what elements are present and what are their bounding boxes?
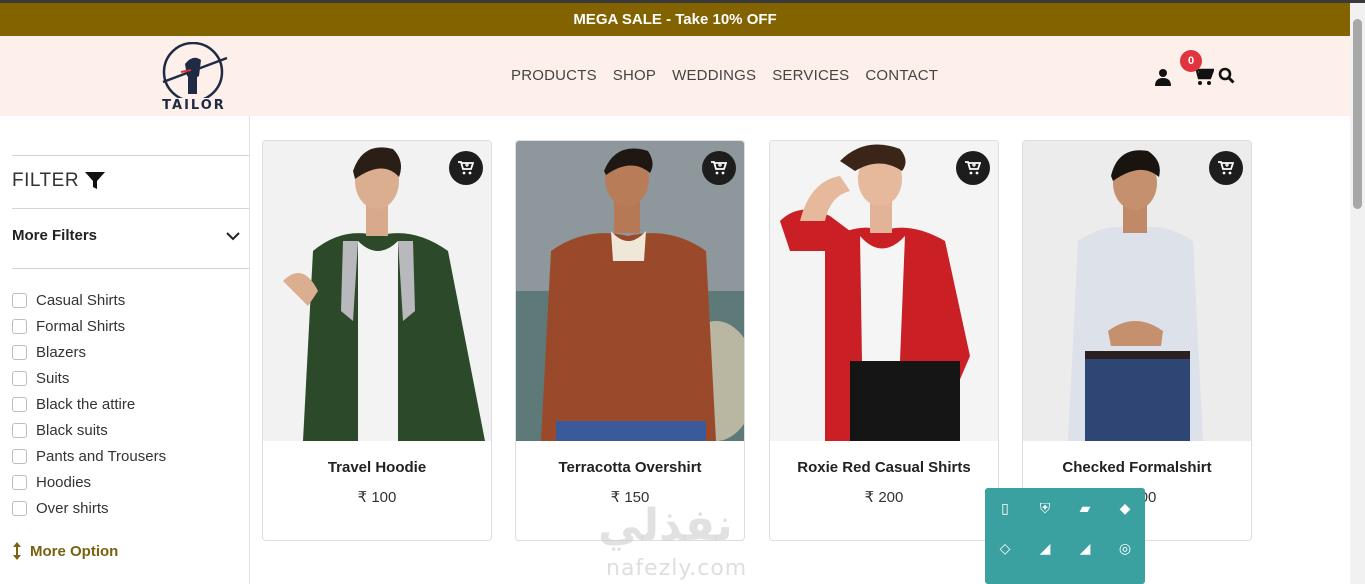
product-image[interactable] — [516, 141, 744, 441]
brand-name: TAILOR — [162, 98, 226, 113]
more-option-button[interactable]: More Option — [12, 542, 118, 560]
category-label: Suits — [36, 369, 70, 387]
drop-icon[interactable]: ◆ — [1115, 498, 1135, 518]
category-item[interactable]: Suits — [12, 365, 166, 391]
site-header: TAILOR PRODUCTS SHOP WEDDINGS SERVICES C… — [0, 36, 1350, 116]
product-image[interactable] — [770, 141, 998, 441]
add-to-cart-button[interactable] — [1209, 151, 1243, 185]
nav-services[interactable]: SERVICES — [772, 67, 849, 84]
add-to-cart-button[interactable] — [956, 151, 990, 185]
filter-heading: FILTER — [12, 170, 106, 192]
category-label: Formal Shirts — [36, 317, 126, 335]
product-card[interactable]: Checked Formalshirt ₹ 200 — [1022, 140, 1252, 541]
category-checkbox[interactable] — [12, 318, 27, 334]
more-filters-toggle[interactable]: More Filters — [12, 227, 240, 244]
eraser-icon[interactable]: ▰ — [1075, 498, 1095, 518]
category-checkbox[interactable] — [12, 344, 27, 360]
product-price: ₹ 100 — [357, 489, 397, 506]
category-item[interactable]: Black suits — [12, 417, 166, 443]
eye-off-icon[interactable]: ◢ — [1035, 538, 1055, 558]
chevron-down-icon — [226, 231, 240, 240]
category-label: Hoodies — [36, 473, 92, 491]
product-card[interactable]: Travel Hoodie ₹ 100 — [262, 140, 492, 541]
product-name[interactable]: Terracotta Overshirt — [516, 459, 744, 476]
cart-plus-icon — [711, 161, 727, 175]
header-icons: 0 — [1154, 50, 1244, 94]
category-item[interactable]: Over shirts — [12, 495, 166, 521]
category-label: Pants and Trousers — [36, 447, 167, 465]
funnel-icon — [85, 172, 106, 189]
product-name[interactable]: Checked Formalshirt — [1023, 459, 1251, 476]
product-card[interactable]: Roxie Red Casual Shirts ₹ 200 — [769, 140, 999, 541]
main-nav: PRODUCTS SHOP WEDDINGS SERVICES CONTACT — [511, 67, 954, 84]
watermark-arabic: نفذلي — [598, 500, 733, 551]
bottle-icon[interactable]: ▯ — [995, 498, 1015, 518]
floating-toolbar: ▯ ⛨ ▰ ◆ ◇ ◢ ◢ ◎ — [985, 488, 1145, 584]
category-checkbox[interactable] — [12, 422, 27, 438]
category-item[interactable]: Casual Shirts — [12, 287, 166, 313]
nav-products[interactable]: PRODUCTS — [511, 67, 597, 84]
nav-contact[interactable]: CONTACT — [865, 67, 938, 84]
category-item[interactable]: Black the attire — [12, 391, 166, 417]
divider — [12, 155, 249, 156]
category-item[interactable]: Formal Shirts — [12, 313, 166, 339]
tailor-logo-icon — [162, 41, 228, 103]
promo-banner: MEGA SALE - Take 10% OFF — [0, 3, 1350, 36]
brand-logo[interactable]: TAILOR — [155, 41, 233, 113]
ring-icon[interactable]: ◎ — [1115, 538, 1135, 558]
user-icon[interactable] — [1154, 68, 1172, 86]
more-option-label: More Option — [30, 542, 119, 560]
category-checkbox[interactable] — [12, 474, 27, 490]
category-label: Black suits — [36, 421, 108, 439]
nav-shop[interactable]: SHOP — [613, 67, 656, 84]
diamond-icon[interactable]: ◇ — [995, 538, 1015, 558]
category-label: Black the attire — [36, 395, 136, 413]
category-label: Blazers — [36, 343, 87, 361]
cart-plus-icon — [965, 161, 981, 175]
divider — [12, 208, 249, 209]
shield-icon[interactable]: ⛨ — [1035, 498, 1055, 518]
category-checkbox[interactable] — [12, 370, 27, 386]
category-label: Over shirts — [36, 499, 109, 517]
cart-plus-icon — [458, 161, 474, 175]
category-label: Casual Shirts — [36, 291, 126, 309]
category-item[interactable]: Blazers — [12, 339, 166, 365]
cart-count-badge: 0 — [1180, 50, 1202, 72]
category-checkbox[interactable] — [12, 500, 27, 516]
product-price: ₹ 200 — [864, 489, 904, 506]
add-to-cart-button[interactable] — [449, 151, 483, 185]
expand-vertical-icon — [13, 542, 21, 560]
category-checkbox[interactable] — [12, 292, 27, 308]
filter-label: FILTER — [12, 170, 80, 191]
product-name[interactable]: Roxie Red Casual Shirts — [770, 459, 998, 476]
page-scrollbar[interactable] — [1350, 3, 1365, 584]
category-checkbox[interactable] — [12, 396, 27, 412]
category-checkbox[interactable] — [12, 448, 27, 464]
category-item[interactable]: Hoodies — [12, 469, 166, 495]
watermark-latin: nafezly.com — [606, 556, 748, 581]
promo-text: MEGA SALE - Take 10% OFF — [573, 11, 777, 28]
product-image[interactable] — [263, 141, 491, 441]
category-list: Casual Shirts Formal Shirts Blazers Suit… — [12, 287, 166, 521]
product-card[interactable]: Terracotta Overshirt ₹ 150 — [515, 140, 745, 541]
category-item[interactable]: Pants and Trousers — [12, 443, 166, 469]
search-icon[interactable] — [1218, 67, 1235, 84]
divider — [12, 268, 249, 269]
product-image[interactable] — [1023, 141, 1251, 441]
scrollbar-thumb[interactable] — [1353, 19, 1362, 209]
product-name[interactable]: Travel Hoodie — [263, 459, 491, 476]
add-to-cart-button[interactable] — [702, 151, 736, 185]
filter-sidebar: FILTER More Filters Casual Shirts Formal… — [0, 116, 250, 584]
cart-plus-icon — [1218, 161, 1234, 175]
visibility-icon[interactable]: ◢ — [1075, 538, 1095, 558]
more-filters-label: More Filters — [12, 227, 98, 244]
nav-weddings[interactable]: WEDDINGS — [672, 67, 756, 84]
